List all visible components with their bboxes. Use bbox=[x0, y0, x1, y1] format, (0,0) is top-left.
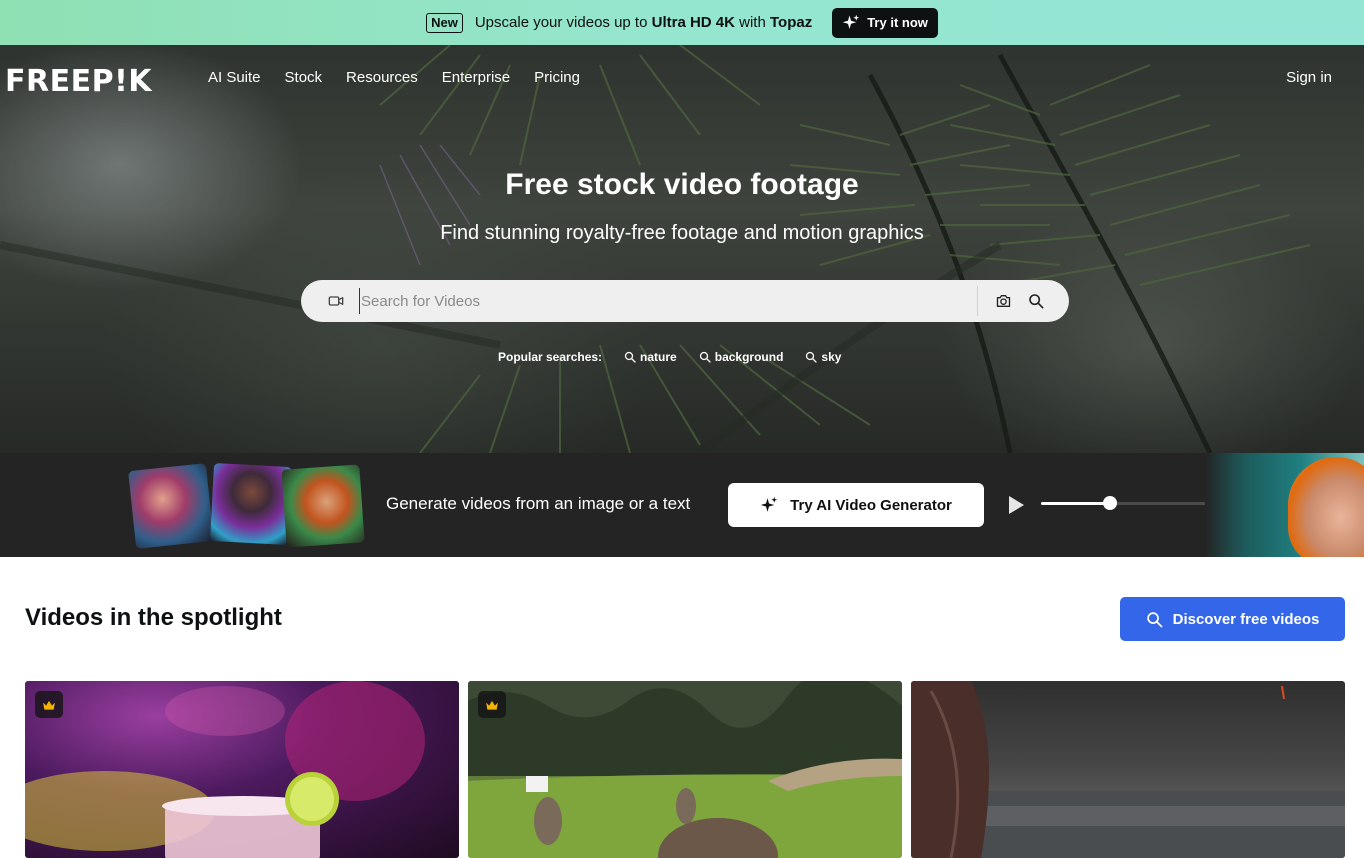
popular-searches: Popular searches: nature background sky bbox=[498, 350, 841, 364]
play-icon[interactable] bbox=[1006, 495, 1026, 515]
ai-portrait-image bbox=[1288, 457, 1364, 557]
spotlight-title: Videos in the spotlight bbox=[25, 604, 282, 631]
promo-text: Upscale your videos up to Ultra HD 4K wi… bbox=[474, 14, 813, 31]
try-ai-video-generator-button[interactable]: Try AI Video Generator bbox=[728, 483, 984, 527]
new-badge: New bbox=[426, 12, 463, 33]
promo-bar: New Upscale your videos up to Ultra HD 4… bbox=[0, 0, 1364, 45]
progress-handle[interactable] bbox=[1103, 496, 1118, 510]
sparkle-icon bbox=[760, 496, 778, 512]
video-card-cocktail[interactable] bbox=[25, 681, 459, 858]
freepik-logo[interactable]: FREEP!K bbox=[5, 64, 152, 99]
nav-ai-suite[interactable]: AI Suite bbox=[208, 69, 261, 86]
search-icon bbox=[806, 351, 818, 363]
nav-resources[interactable]: Resources bbox=[346, 69, 418, 86]
crown-icon bbox=[43, 700, 55, 710]
search-icon bbox=[624, 351, 636, 363]
try-it-now-label: Try it now bbox=[867, 15, 928, 30]
sign-in-link[interactable]: Sign in bbox=[1286, 69, 1332, 86]
ai-banner-text: Generate videos from an image or a text bbox=[386, 494, 691, 513]
nav-stock[interactable]: Stock bbox=[285, 69, 323, 86]
discover-free-videos-button[interactable]: Discover free videos bbox=[1120, 597, 1345, 641]
video-thumbnail bbox=[25, 681, 425, 858]
popular-tag-nature[interactable]: nature bbox=[624, 350, 677, 364]
main-nav: FREEP!K AI Suite Stock Resources Enterpr… bbox=[0, 45, 1364, 113]
crown-icon bbox=[486, 700, 498, 710]
search-input[interactable] bbox=[359, 288, 959, 314]
video-camera-icon[interactable] bbox=[328, 293, 344, 309]
progress-fill bbox=[1041, 502, 1111, 505]
ai-sample-thumbnail bbox=[128, 463, 214, 549]
video-thumbnail bbox=[468, 681, 902, 858]
ai-video-banner: Generate videos from an image or a text … bbox=[0, 453, 1364, 557]
hero: FREEP!K AI Suite Stock Resources Enterpr… bbox=[0, 45, 1364, 453]
premium-badge bbox=[35, 691, 63, 718]
popular-tag-sky[interactable]: sky bbox=[805, 350, 841, 364]
search-bar bbox=[301, 280, 1069, 322]
try-it-now-button[interactable]: Try it now bbox=[832, 7, 938, 38]
hero-title: Free stock video footage bbox=[505, 168, 859, 201]
nav-links: AI Suite Stock Resources Enterprise Pric… bbox=[208, 69, 580, 86]
premium-badge bbox=[478, 691, 506, 718]
video-thumbnail bbox=[911, 681, 1345, 858]
ai-sample-thumbnail bbox=[210, 463, 292, 545]
search-icon bbox=[1146, 611, 1163, 627]
search-icon bbox=[699, 351, 711, 363]
ai-sample-thumbnail bbox=[281, 464, 365, 548]
nav-enterprise[interactable]: Enterprise bbox=[442, 69, 510, 86]
popular-label: Popular searches: bbox=[498, 350, 603, 364]
hero-subtitle: Find stunning royalty-free footage and m… bbox=[440, 222, 924, 244]
video-card-kangaroos[interactable] bbox=[468, 681, 902, 858]
camera-icon[interactable] bbox=[995, 293, 1012, 309]
popular-tag-background[interactable]: background bbox=[699, 350, 783, 364]
search-icon[interactable] bbox=[1028, 293, 1044, 309]
video-card-beach[interactable] bbox=[911, 681, 1345, 858]
sparkle-icon bbox=[842, 14, 860, 29]
search-divider bbox=[977, 286, 978, 316]
nav-pricing[interactable]: Pricing bbox=[534, 69, 580, 86]
